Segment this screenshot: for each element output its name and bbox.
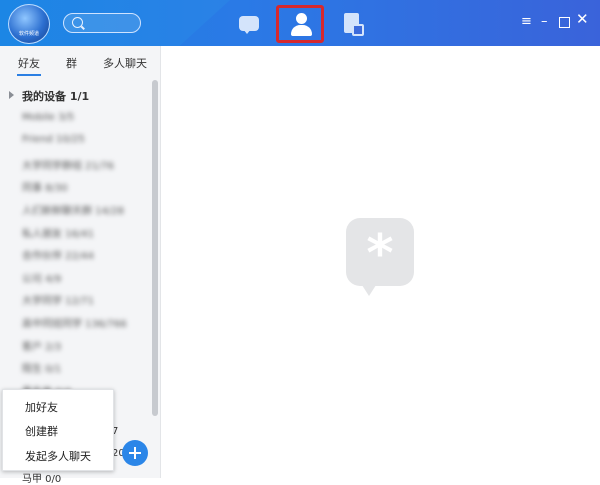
- menu-item-add-friend[interactable]: 加好友: [25, 399, 58, 415]
- menu-item-create-group[interactable]: 创建群: [25, 423, 58, 439]
- active-tab-indicator: [17, 74, 41, 76]
- close-icon[interactable]: ✕: [576, 12, 589, 27]
- group-row[interactable]: Friend 10/25: [0, 129, 150, 152]
- search-icon: [72, 17, 83, 28]
- expand-arrow-icon: [9, 91, 14, 99]
- scrollbar[interactable]: [152, 80, 158, 416]
- maximize-icon[interactable]: [559, 17, 570, 28]
- tab-friends[interactable]: 好友: [18, 55, 40, 71]
- group-row[interactable]: 同事 8/30: [0, 174, 150, 197]
- nav-files-button[interactable]: [330, 5, 376, 43]
- menu-icon[interactable]: ≡: [521, 15, 532, 28]
- chat-bubble-icon: [239, 16, 259, 34]
- group-row[interactable]: 客户 2/3: [0, 333, 150, 356]
- logo-text: 软件频道: [18, 31, 39, 37]
- friend-group-list: 我的设备 1/1 Mobile 3/5 Friend 10/25 大学同学群组 …: [0, 84, 150, 400]
- person-icon: [291, 13, 312, 37]
- group-row[interactable]: 高中同班同学 136/766: [0, 310, 150, 333]
- group-row[interactable]: 公司 4/9: [0, 265, 150, 288]
- title-bar: 软件频道 ≡ – ✕: [0, 0, 600, 46]
- contact-tabs: 好友 群 多人聊天: [0, 46, 160, 76]
- nav-contacts-button[interactable]: [276, 5, 324, 43]
- group-row[interactable]: 大学同学 12/71: [0, 287, 150, 310]
- tab-multi-chat[interactable]: 多人聊天: [103, 55, 147, 71]
- group-row[interactable]: 人们新鲜聊天群 14/28: [0, 197, 150, 220]
- asterisk-bubble-icon: *: [346, 218, 414, 296]
- tab-groups[interactable]: 群: [66, 55, 77, 71]
- group-row[interactable]: Mobile 3/5: [0, 107, 150, 130]
- group-row[interactable]: 大学同学群组 21/76: [0, 152, 150, 175]
- app-logo: 软件频道: [8, 4, 50, 44]
- group-row[interactable]: 私人朋友 16/41: [0, 220, 150, 243]
- search-input[interactable]: [63, 13, 141, 33]
- menu-item-start-multi-chat[interactable]: 发起多人聊天: [25, 448, 91, 464]
- group-row[interactable]: 合作伙伴 22/44: [0, 242, 150, 265]
- add-context-menu: 加好友 创建群 发起多人聊天: [2, 389, 114, 471]
- nav-messages-button[interactable]: [226, 5, 272, 43]
- document-icon: [344, 13, 364, 36]
- group-row[interactable]: 我的设备 1/1: [0, 84, 150, 107]
- group-row[interactable]: 陌生 0/1: [0, 355, 150, 378]
- plus-icon[interactable]: [122, 440, 148, 466]
- minimize-icon[interactable]: –: [541, 15, 548, 28]
